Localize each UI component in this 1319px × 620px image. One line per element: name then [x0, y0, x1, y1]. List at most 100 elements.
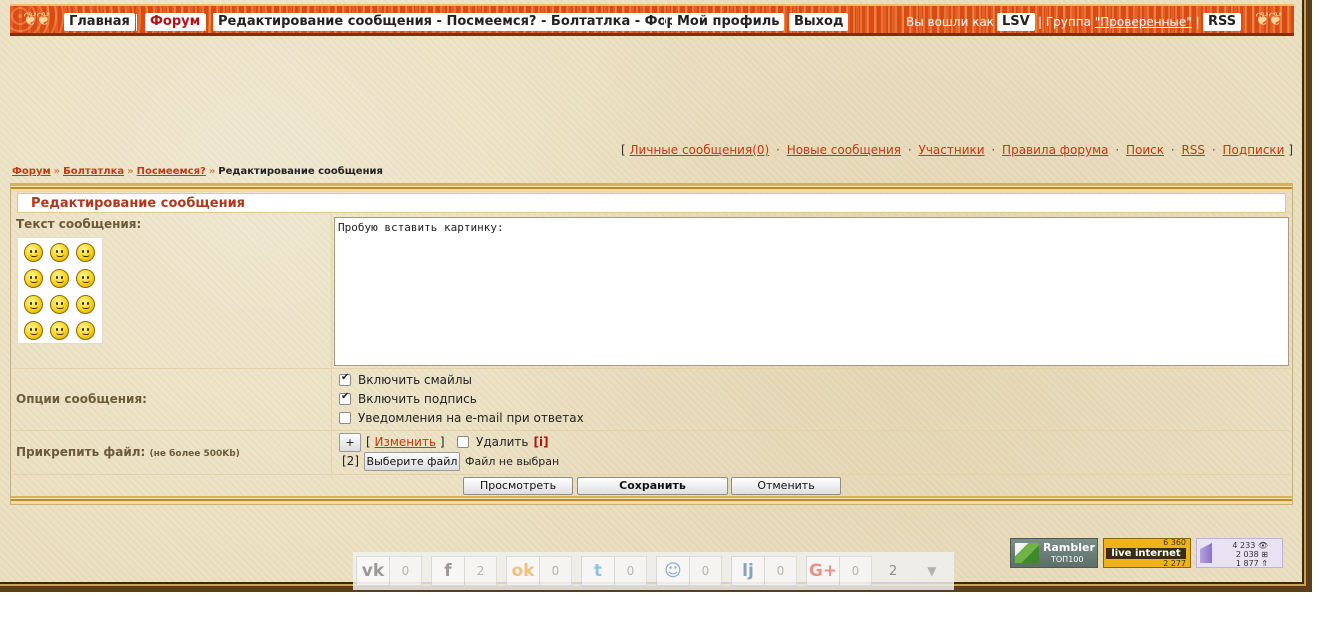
share-moimir-button[interactable]: ☺ 0 [656, 556, 722, 586]
cancel-button[interactable]: Отменить [731, 477, 841, 495]
save-button[interactable]: Сохранить [577, 477, 728, 495]
message-textarea[interactable]: Пробую вставить картинку: [334, 217, 1289, 366]
facebook-icon: f [431, 556, 465, 586]
share-count: 0 [615, 556, 647, 586]
liveinternet-counter[interactable]: 6 360 live internet 2 277 [1103, 538, 1191, 568]
share-count: 0 [390, 556, 422, 586]
logged-in-label: Вы вошли как [906, 15, 995, 29]
nav-separator [136, 14, 137, 31]
choose-file-button[interactable]: Выберите файл [364, 452, 460, 471]
smiley-confused-icon[interactable] [50, 321, 69, 340]
share-twitter-button[interactable]: t 0 [581, 556, 647, 586]
smiley-sad-icon[interactable] [24, 269, 43, 288]
nav-forum-button[interactable]: Форум [145, 13, 206, 31]
nav-home-button[interactable]: Главная [64, 13, 135, 31]
group-prefix: | Группа [1038, 15, 1095, 29]
delete-file-checkbox[interactable] [457, 436, 469, 448]
bracket-open: [ [366, 435, 371, 449]
livejournal-icon: lj [731, 556, 765, 586]
smiley-happy-icon[interactable] [76, 269, 95, 288]
liveinternet-stats-counter[interactable]: 4 233 👁 2 038 ⊞ 1 877 ⇑ [1196, 538, 1283, 568]
message-options-row: Опции сообщения: [13, 370, 1290, 431]
smiley-cool-icon[interactable] [76, 243, 95, 262]
change-file-link[interactable]: Изменить [375, 435, 437, 449]
username-badge[interactable]: LSV [997, 13, 1035, 31]
smiley-tongue-icon[interactable] [24, 321, 43, 340]
bracket-close: ] [439, 435, 445, 449]
twitter-icon: t [581, 556, 615, 586]
option-signature-label: Включить подпись [358, 392, 477, 406]
share-vk-button[interactable]: vk 0 [356, 556, 422, 586]
share-odnoklassniki-button[interactable]: ok 0 [506, 556, 572, 586]
smiley-neutral-icon[interactable] [50, 295, 69, 314]
li-logo: live internet [1106, 548, 1186, 559]
signature-checkbox[interactable] [339, 391, 351, 405]
attach-file-row: Прикрепить файл: (не более 500Kb) [13, 431, 1290, 475]
delete-file-label: Удалить [476, 435, 529, 449]
bracket-close: ] [1288, 143, 1293, 157]
ornament-left-icon: ❦❦ [22, 9, 51, 30]
share-count: 0 [765, 556, 797, 586]
email-checkbox[interactable] [339, 412, 351, 424]
rss-button[interactable]: RSS [1203, 13, 1242, 31]
rules-link[interactable]: Правила форума [1002, 143, 1108, 157]
share-count: 0 [540, 556, 572, 586]
rambler-counter[interactable]: Rambler ТОП100 [1010, 538, 1098, 568]
option-email-label: Уведомления на e-mail при ответах [358, 411, 584, 425]
share-facebook-button[interactable]: f 2 [431, 556, 497, 586]
subscriptions-link[interactable]: Подписки [1223, 143, 1285, 157]
smiley-grin-icon[interactable] [50, 243, 69, 262]
add-file-button[interactable]: + [339, 433, 361, 452]
preview-button[interactable]: Просмотреть [463, 477, 573, 495]
nav-separator [780, 14, 781, 31]
smiley-angry-icon[interactable] [24, 243, 43, 262]
delete-file-option[interactable]: Удалить [i] [457, 435, 549, 449]
chevron-down-icon[interactable]: ▼ [927, 564, 936, 578]
share-livejournal-button[interactable]: lj 0 [731, 556, 797, 586]
dot-separator: · [907, 143, 912, 157]
members-link[interactable]: Участники [919, 143, 985, 157]
option-email[interactable]: Уведомления на e-mail при ответах [339, 411, 584, 425]
attach-file-label: Прикрепить файл: (не более 500Kb) [16, 445, 240, 459]
dot-separator: · [991, 143, 996, 157]
group-suffix: | [1191, 15, 1200, 29]
option-smileys[interactable]: Включить смайлы [339, 372, 472, 387]
breadcrumb-topic[interactable]: Посмеемся? [137, 166, 206, 177]
breadcrumb-arrow-icon: » [208, 166, 216, 177]
info-link[interactable]: [i] [534, 435, 549, 449]
dot-separator: · [776, 143, 780, 157]
nav-topic-button[interactable]: Редактирование сообщения - Посмеемся? - … [213, 13, 700, 31]
search-link[interactable]: Поиск [1126, 143, 1164, 157]
group-link[interactable]: "Проверенные" [1095, 15, 1192, 29]
smiley-surprised-icon[interactable] [24, 295, 43, 314]
share-total-count: 2 [889, 563, 898, 579]
bracket-open: [ [621, 143, 626, 157]
li-bottom-value: 2 277 [1163, 559, 1186, 568]
moimir-icon: ☺ [656, 556, 690, 586]
breadcrumb-chat[interactable]: Болтатлка [63, 166, 124, 177]
smiley-shocked-icon[interactable] [76, 295, 95, 314]
nav-logout-button[interactable]: Выход [789, 13, 849, 31]
breadcrumb-forum[interactable]: Форум [12, 166, 51, 177]
ornament-right-icon: ❦❦ [1254, 9, 1283, 30]
panel-title: Редактирование сообщения [17, 193, 1286, 213]
share-count: 0 [840, 556, 872, 586]
no-file-label: Файл не выбран [465, 455, 560, 468]
option-signature[interactable]: Включить подпись [339, 391, 477, 406]
smiley-wink-icon[interactable] [76, 321, 95, 340]
edit-message-panel: Редактирование сообщения Текст сообщения… [10, 183, 1293, 505]
rambler-title: Rambler [1043, 541, 1095, 554]
breadcrumb-current: Редактирование сообщения [218, 166, 383, 177]
panel-border-top [11, 184, 1292, 192]
smiley-smile-icon[interactable] [50, 269, 69, 288]
social-share-bar: vk 0 f 2 ok 0 t 0 ☺ 0 lj 0 G+ 0 2 ▼ [353, 552, 954, 590]
share-googleplus-button[interactable]: G+ 0 [806, 556, 872, 586]
smileys-panel [17, 237, 103, 344]
new-messages-link[interactable]: Новые сообщения [787, 143, 901, 157]
smileys-checkbox[interactable] [339, 372, 351, 386]
share-count: 0 [690, 556, 722, 586]
rss-link[interactable]: RSS [1181, 143, 1205, 157]
nav-profile-button[interactable]: Мой профиль [672, 13, 785, 31]
nav-separator [205, 14, 206, 31]
private-messages-link[interactable]: Личные сообщения(0) [630, 143, 770, 157]
